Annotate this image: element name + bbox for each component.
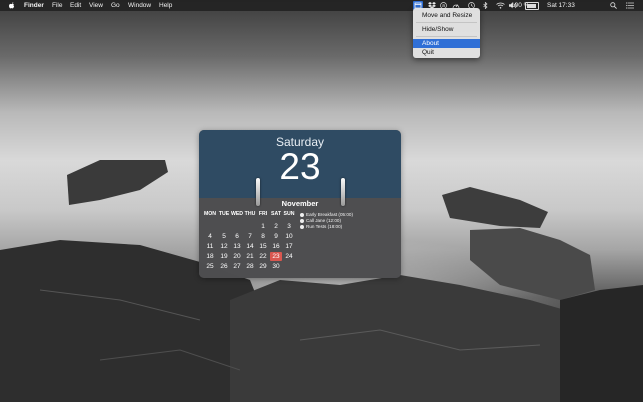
day-cell[interactable]: 9 bbox=[270, 232, 282, 241]
menu-window[interactable]: Window bbox=[128, 0, 151, 11]
day-cell[interactable]: 16 bbox=[270, 242, 282, 251]
status-menu-dropdown: Move and Resize Hide/Show About Quit bbox=[413, 8, 480, 58]
day-cell[interactable]: 25 bbox=[204, 262, 216, 271]
menu-item-about[interactable]: About bbox=[413, 39, 480, 48]
battery-icon[interactable] bbox=[525, 2, 539, 10]
menu-item-hide-show[interactable]: Hide/Show bbox=[413, 25, 480, 34]
battery-percentage[interactable]: 100 % bbox=[511, 0, 529, 11]
weekday-header: SAT bbox=[271, 211, 281, 217]
day-cell[interactable]: 6 bbox=[231, 232, 243, 241]
day-cell[interactable]: 15 bbox=[257, 242, 269, 251]
day-cell[interactable]: 24 bbox=[283, 252, 295, 261]
day-cell[interactable]: 3 bbox=[283, 222, 295, 231]
day-cell[interactable]: 17 bbox=[283, 242, 295, 251]
day-cell[interactable]: 2 bbox=[270, 222, 282, 231]
menu-bar: Finder File Edit View Go Window Help a 1… bbox=[0, 0, 643, 11]
day-cell[interactable]: 5 bbox=[218, 232, 230, 241]
day-cell[interactable]: 18 bbox=[204, 252, 216, 261]
day-cell[interactable]: 22 bbox=[257, 252, 269, 261]
day-cell[interactable]: 19 bbox=[218, 252, 230, 261]
weekday-header: WED bbox=[230, 211, 244, 217]
day-cell-today[interactable]: 23 bbox=[270, 252, 282, 261]
binder-ring-left bbox=[256, 178, 260, 206]
menu-edit[interactable]: Edit bbox=[70, 0, 81, 11]
weekday-header: MON bbox=[203, 211, 217, 217]
weekday-header: THU bbox=[244, 211, 256, 217]
notification-center-icon[interactable] bbox=[626, 2, 634, 9]
calendar-widget[interactable]: Saturday 23 November MON TUE WED THU FRI… bbox=[199, 130, 401, 278]
menu-file[interactable]: File bbox=[52, 0, 62, 11]
event-dot-icon bbox=[300, 224, 304, 229]
menu-separator bbox=[416, 22, 477, 23]
event-label: Call Jane (12:00) bbox=[306, 218, 341, 223]
day-cell[interactable]: 14 bbox=[244, 242, 256, 251]
menu-view[interactable]: View bbox=[89, 0, 103, 11]
event-label: Early Breakfast (05:00) bbox=[306, 212, 353, 217]
menu-help[interactable]: Help bbox=[159, 0, 172, 11]
rock-right-mid bbox=[470, 228, 595, 300]
day-cell[interactable]: 13 bbox=[231, 242, 243, 251]
apple-logo-icon[interactable] bbox=[9, 2, 15, 9]
day-cell[interactable]: 20 bbox=[231, 252, 243, 261]
day-cell[interactable]: 26 bbox=[218, 262, 230, 271]
weekday-header: FRI bbox=[258, 211, 268, 217]
rock-left-island bbox=[67, 160, 168, 205]
menu-separator bbox=[416, 36, 477, 37]
event-dot-icon bbox=[300, 218, 304, 223]
day-cell[interactable]: 8 bbox=[257, 232, 269, 241]
event-label: Run Tests (18:00) bbox=[306, 224, 343, 229]
day-cell[interactable]: 30 bbox=[270, 262, 282, 271]
day-cell[interactable]: 1 bbox=[257, 222, 269, 231]
spotlight-search-icon[interactable] bbox=[610, 2, 617, 9]
rock-foreground-right bbox=[560, 285, 643, 402]
battery-fill bbox=[527, 4, 536, 8]
event-dot-icon bbox=[300, 212, 304, 217]
month-label: November bbox=[281, 199, 319, 208]
day-cell[interactable]: 27 bbox=[231, 262, 243, 271]
rock-right-island bbox=[442, 187, 548, 228]
day-cell[interactable]: 21 bbox=[244, 252, 256, 261]
day-cell[interactable]: 29 bbox=[257, 262, 269, 271]
event-item[interactable]: Run Tests (18:00) bbox=[300, 224, 342, 230]
menu-item-quit[interactable]: Quit bbox=[413, 48, 480, 57]
day-cell[interactable]: 12 bbox=[218, 242, 230, 251]
day-cell[interactable]: 28 bbox=[244, 262, 256, 271]
day-cell[interactable]: 11 bbox=[204, 242, 216, 251]
day-cell[interactable]: 10 bbox=[283, 232, 295, 241]
day-number: 23 bbox=[279, 146, 321, 187]
menu-go[interactable]: Go bbox=[111, 0, 120, 11]
day-cell[interactable]: 7 bbox=[244, 232, 256, 241]
wifi-icon[interactable] bbox=[496, 2, 505, 9]
menu-app-name[interactable]: Finder bbox=[24, 0, 44, 11]
menu-item-move-and-resize[interactable]: Move and Resize bbox=[413, 11, 480, 20]
weekday-header: TUE bbox=[218, 211, 230, 217]
bluetooth-icon[interactable] bbox=[483, 2, 488, 9]
day-cell[interactable]: 4 bbox=[204, 232, 216, 241]
weekday-header: SUN bbox=[283, 211, 295, 217]
clock[interactable]: Sat 17:33 bbox=[547, 0, 575, 11]
binder-ring-right bbox=[341, 178, 345, 206]
